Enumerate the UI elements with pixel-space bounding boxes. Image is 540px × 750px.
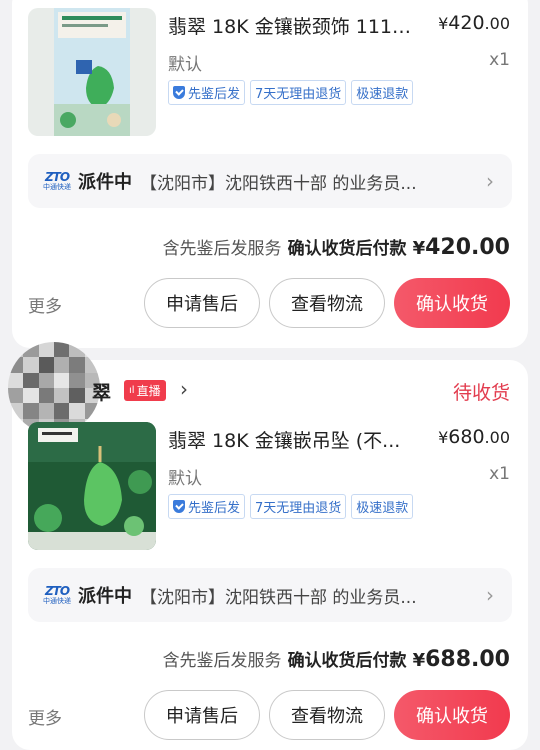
apply-after-sales-button[interactable]: 申请售后 — [144, 690, 260, 740]
logistics-detail: 【沈阳市】沈阳铁西十部 的业务员... — [140, 173, 417, 194]
view-logistics-button[interactable]: 查看物流 — [269, 690, 385, 740]
shop-header[interactable]: 翠 ıl 直播 › 待收货 — [8, 342, 528, 434]
shop-name[interactable]: 翠 — [92, 378, 111, 405]
logistics-status: 派件中 — [78, 172, 132, 193]
logistics-bar[interactable]: ZTO 中通快递 派件中 【沈阳市】沈阳铁西十部 的业务员... › — [28, 154, 512, 208]
confirm-receipt-button[interactable]: 确认收货 — [394, 278, 510, 328]
sku-label: 默认 — [168, 55, 202, 75]
service-tag: 7天无理由退货 — [250, 80, 347, 105]
payment-summary: 含先鉴后发服务 确认收货后付款 ¥688.00 — [163, 646, 510, 672]
zto-logo-icon: ZTO 中通快递 — [43, 170, 71, 191]
more-button[interactable]: 更多 — [28, 292, 62, 317]
product-price: ¥420.00 — [438, 12, 510, 34]
confirm-receipt-button[interactable]: 确认收货 — [394, 690, 510, 740]
service-tags: 先鉴后发 7天无理由退货 极速退款 — [168, 80, 414, 105]
logistics-detail: 【沈阳市】沈阳铁西十部 的业务员... — [140, 587, 417, 608]
service-tags: 先鉴后发 7天无理由退货 极速退款 — [168, 494, 414, 519]
product-image[interactable] — [28, 8, 156, 136]
chevron-right-icon: › — [486, 583, 494, 607]
payment-amount: ¥420.00 — [412, 235, 510, 260]
payment-condition: 确认收货后付款 — [287, 239, 407, 259]
payment-summary: 含先鉴后发服务 确认收货后付款 ¥420.00 — [163, 234, 510, 260]
logistics-bar[interactable]: ZTO 中通快递 派件中 【沈阳市】沈阳铁西十部 的业务员... › — [28, 568, 512, 622]
product-title[interactable]: 翡翠 18K 金镶嵌颈饰 1111... — [168, 12, 418, 39]
quantity: x1 — [489, 50, 510, 70]
order-card[interactable]: 翠 ıl 直播 › 待收货 翡翠 18K 金镶嵌吊坠 (不... ¥680.00 … — [8, 342, 528, 750]
service-tag: 先鉴后发 — [168, 494, 246, 519]
payment-service: 含先鉴后发服务 — [162, 651, 282, 671]
zto-logo-icon: ZTO 中通快递 — [43, 584, 71, 605]
sku-label: 默认 — [168, 469, 202, 489]
order-status: 待收货 — [452, 382, 510, 404]
service-tag: 7天无理由退货 — [250, 494, 347, 519]
product-image[interactable] — [28, 422, 156, 550]
logistics-status: 派件中 — [78, 586, 132, 607]
shop-avatar[interactable] — [8, 342, 100, 434]
service-tag: 先鉴后发 — [168, 80, 246, 105]
shield-check-icon — [173, 86, 185, 99]
service-tag: 极速退款 — [351, 494, 414, 519]
payment-amount: ¥688.00 — [412, 647, 510, 672]
more-button[interactable]: 更多 — [28, 704, 62, 729]
chevron-right-icon[interactable]: › — [180, 377, 188, 401]
live-bars-icon: ıl — [129, 385, 135, 396]
quantity: x1 — [489, 464, 510, 484]
shield-check-icon — [173, 500, 185, 513]
product-title[interactable]: 翡翠 18K 金镶嵌吊坠 (不... — [168, 426, 418, 453]
view-logistics-button[interactable]: 查看物流 — [269, 278, 385, 328]
chevron-right-icon: › — [486, 169, 494, 193]
payment-condition: 确认收货后付款 — [287, 651, 407, 671]
order-card[interactable]: 翡翠 18K 金镶嵌颈饰 1111... ¥420.00 默认 x1 先鉴后发 … — [12, 0, 528, 348]
apply-after-sales-button[interactable]: 申请售后 — [144, 278, 260, 328]
live-badge: ıl 直播 — [124, 380, 166, 401]
product-price: ¥680.00 — [438, 426, 510, 448]
payment-service: 含先鉴后发服务 — [162, 239, 282, 259]
service-tag: 极速退款 — [351, 80, 414, 105]
